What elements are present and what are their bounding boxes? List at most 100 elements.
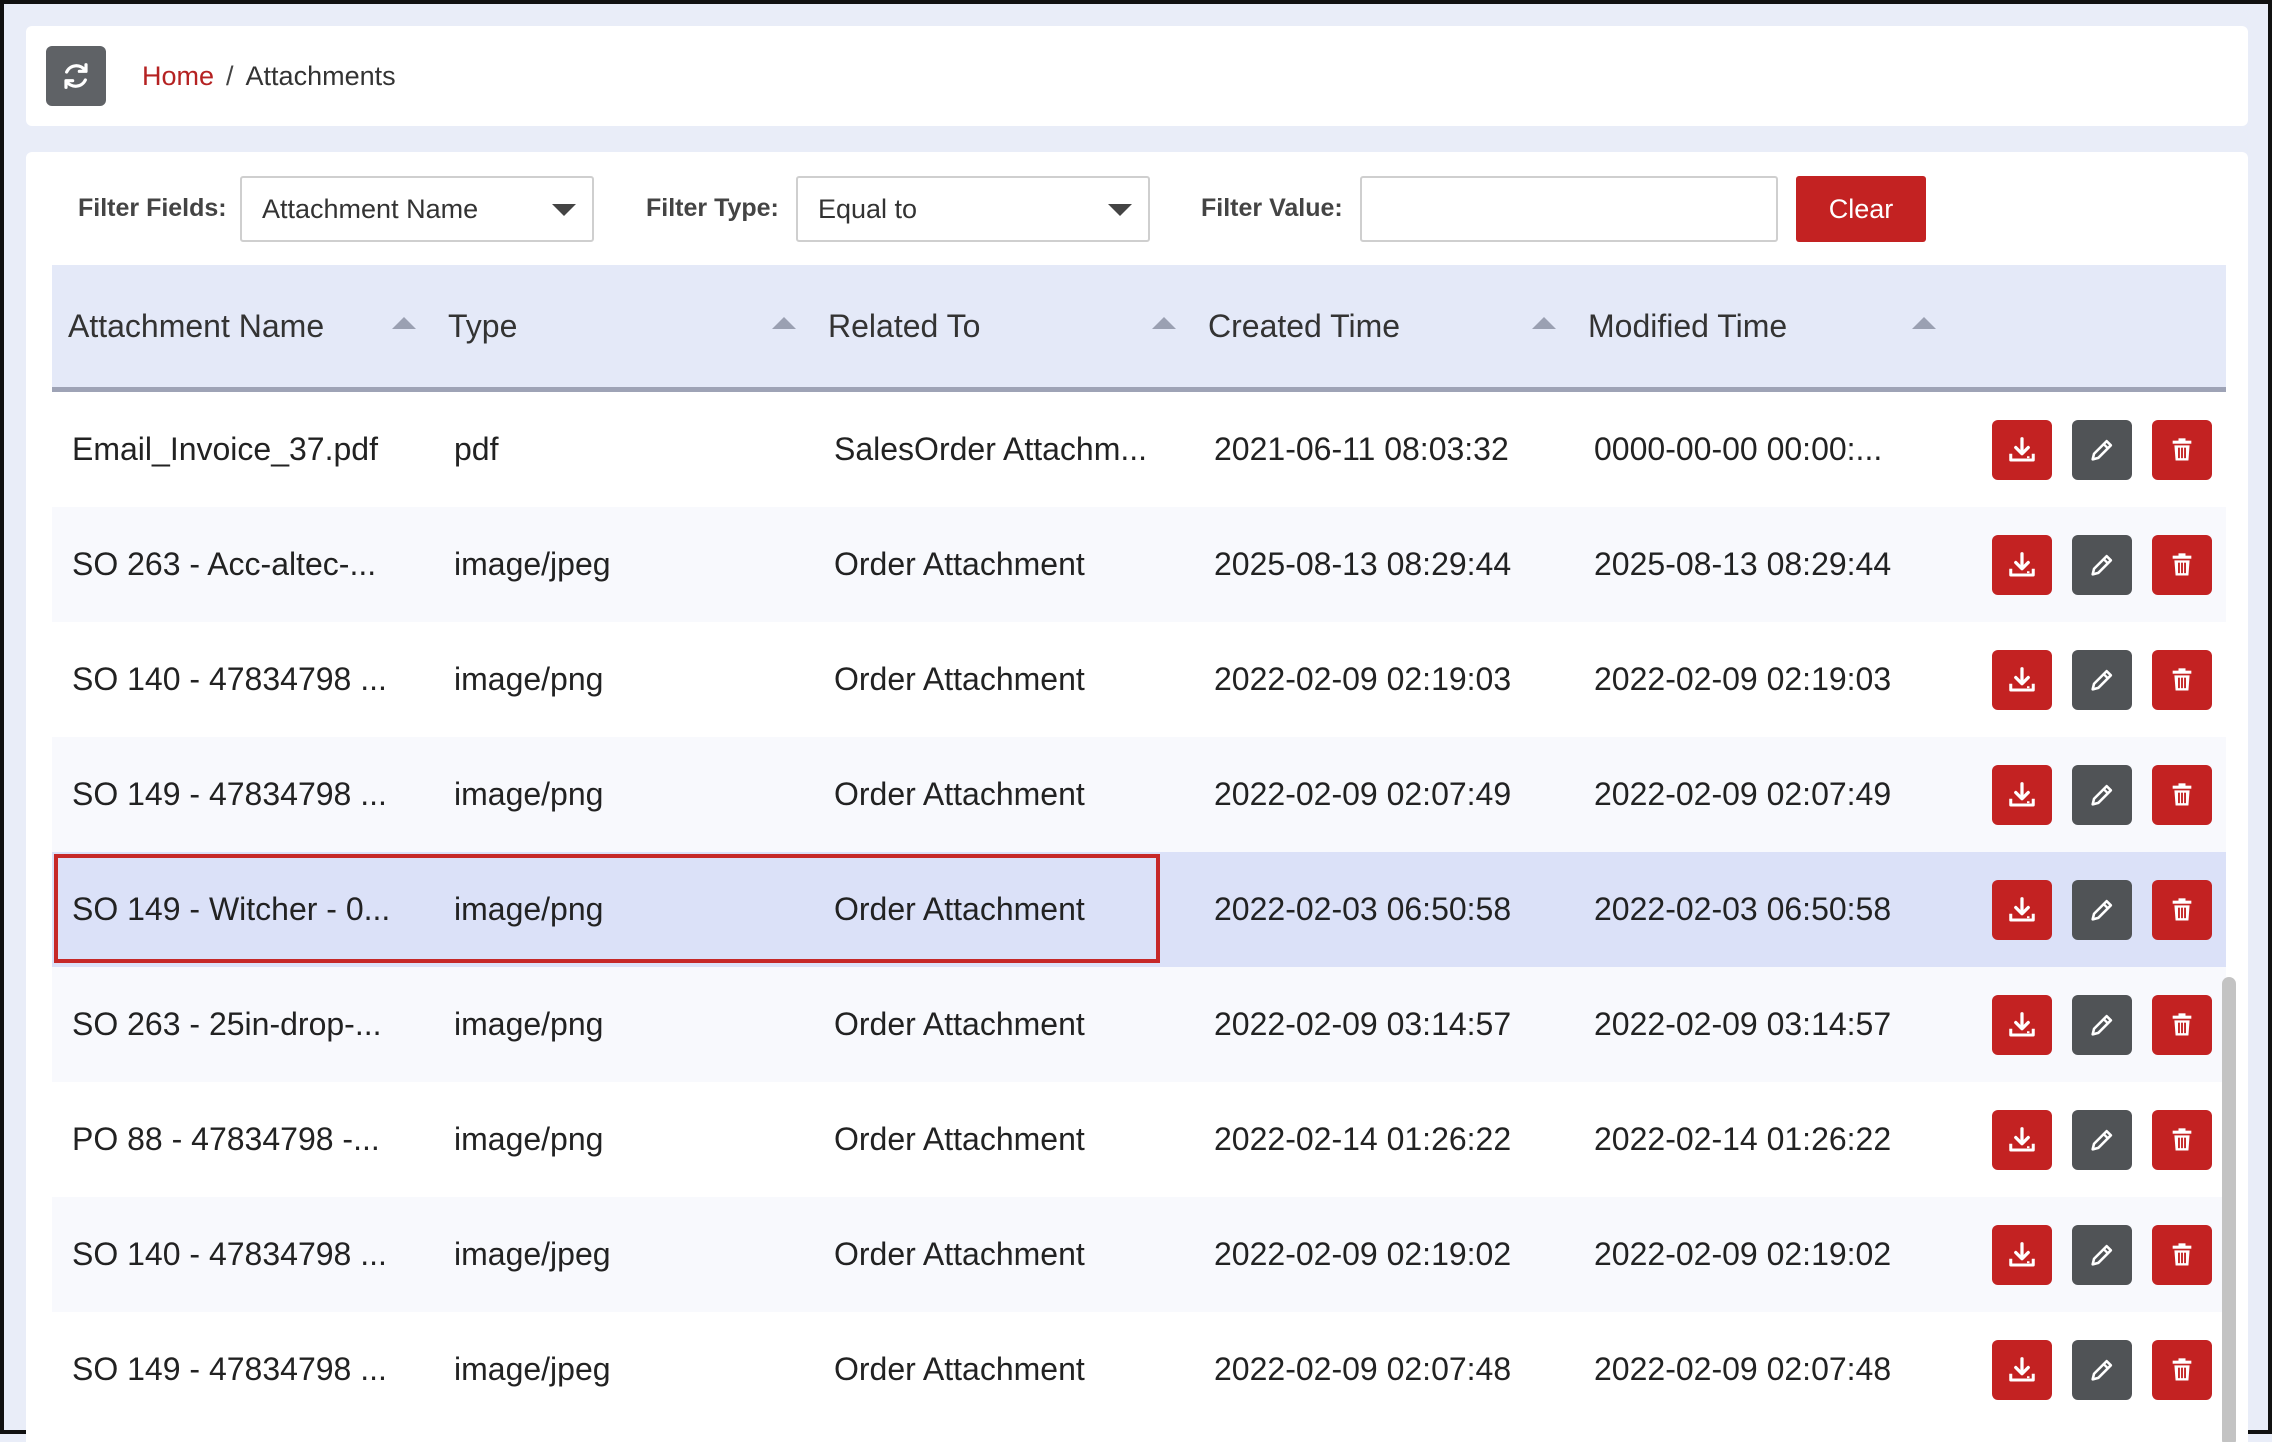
cell-modified-time: 2022-02-09 02:07:49 bbox=[1594, 776, 1892, 812]
cell-created-time: 2021-06-11 08:03:32 bbox=[1214, 431, 1509, 467]
pencil-icon bbox=[2091, 899, 2113, 921]
edit-button[interactable] bbox=[2072, 535, 2132, 595]
download-button[interactable] bbox=[1992, 995, 2052, 1055]
cell-related-to: Order Attachment bbox=[834, 1121, 1085, 1157]
cell-attachment-name: PO 88 - 47834798 -... bbox=[72, 1121, 380, 1157]
sort-arrow-icon[interactable] bbox=[1912, 317, 1936, 329]
download-icon bbox=[2009, 897, 2035, 922]
delete-button[interactable] bbox=[2152, 880, 2212, 940]
download-icon bbox=[2009, 1012, 2035, 1037]
breadcrumb-home-link[interactable]: Home bbox=[142, 61, 214, 92]
edit-button[interactable] bbox=[2072, 420, 2132, 480]
download-button[interactable] bbox=[1992, 650, 2052, 710]
header-type[interactable]: Type bbox=[448, 265, 517, 387]
table-row[interactable]: Email_Invoice_37.pdf pdf SalesOrder Atta… bbox=[52, 392, 2226, 507]
pencil-icon bbox=[2091, 784, 2113, 806]
edit-button[interactable] bbox=[2072, 1340, 2132, 1400]
pencil-icon bbox=[2091, 1244, 2113, 1266]
edit-button[interactable] bbox=[2072, 1110, 2132, 1170]
header-created-time[interactable]: Created Time bbox=[1208, 265, 1400, 387]
sort-arrow-icon[interactable] bbox=[772, 317, 796, 329]
trash-icon bbox=[2172, 1243, 2192, 1266]
download-button[interactable] bbox=[1992, 1340, 2052, 1400]
delete-button[interactable] bbox=[2152, 1340, 2212, 1400]
refresh-button[interactable] bbox=[46, 46, 106, 106]
table-header: Attachment Name Type Related To Created … bbox=[52, 265, 2226, 392]
download-button[interactable] bbox=[1992, 880, 2052, 940]
cell-created-time: 2022-02-09 03:14:57 bbox=[1214, 1006, 1512, 1042]
cell-related-to: Order Attachment bbox=[834, 1236, 1085, 1272]
table-row[interactable]: SO 149 - 47834798 ... image/png Order At… bbox=[52, 737, 2226, 852]
table-row[interactable]: SO 149 - Witcher - 0... image/png Order … bbox=[52, 852, 2226, 967]
cell-type: image/png bbox=[454, 661, 604, 697]
cell-modified-time: 2022-02-14 01:26:22 bbox=[1594, 1121, 1892, 1157]
download-icon bbox=[2009, 552, 2035, 577]
download-button[interactable] bbox=[1992, 1110, 2052, 1170]
download-icon bbox=[2009, 1242, 2035, 1267]
delete-button[interactable] bbox=[2152, 995, 2212, 1055]
cell-type: image/png bbox=[454, 1121, 604, 1157]
table-row[interactable]: SO 263 - Acc-altec-... image/jpeg Order … bbox=[52, 507, 2226, 622]
table-row[interactable]: SO 140 - 47834798 ... image/jpeg Order A… bbox=[52, 1197, 2226, 1312]
cell-modified-time: 2022-02-03 06:50:58 bbox=[1594, 891, 1892, 927]
refresh-icon bbox=[64, 63, 88, 89]
download-icon bbox=[2009, 1357, 2035, 1382]
cell-type: image/png bbox=[454, 891, 604, 927]
filter-bar: Filter Fields: Attachment Name Filter Ty… bbox=[26, 152, 2248, 262]
trash-icon bbox=[2172, 1128, 2192, 1151]
edit-button[interactable] bbox=[2072, 765, 2132, 825]
scrollbar-thumb[interactable] bbox=[2222, 977, 2236, 1442]
cell-attachment-name: SO 263 - 25in-drop-... bbox=[72, 1006, 382, 1042]
trash-icon bbox=[2172, 898, 2192, 921]
edit-button[interactable] bbox=[2072, 880, 2132, 940]
cell-created-time: 2025-08-13 08:29:44 bbox=[1214, 546, 1512, 582]
table-row[interactable]: SO 149 - 47834798 ... image/jpeg Order A… bbox=[52, 1312, 2226, 1427]
sort-arrow-icon[interactable] bbox=[1152, 317, 1176, 329]
delete-button[interactable] bbox=[2152, 1110, 2212, 1170]
filter-type-value: Equal to bbox=[818, 193, 918, 224]
download-icon bbox=[2009, 437, 2035, 462]
trash-icon bbox=[2172, 1358, 2192, 1381]
cell-modified-time: 2022-02-09 02:19:02 bbox=[1594, 1236, 1892, 1272]
cell-created-time: 2022-02-03 06:50:58 bbox=[1214, 891, 1512, 927]
download-button[interactable] bbox=[1992, 420, 2052, 480]
cell-attachment-name: SO 263 - Acc-altec-... bbox=[72, 546, 377, 582]
download-button[interactable] bbox=[1992, 765, 2052, 825]
breadcrumb-current: Attachments bbox=[245, 60, 396, 91]
sort-arrow-icon[interactable] bbox=[1532, 317, 1556, 329]
cell-attachment-name: SO 149 - Witcher - 0... bbox=[72, 891, 391, 927]
table-row[interactable]: PO 88 - 47834798 -... image/png Order At… bbox=[52, 1082, 2226, 1197]
header-modified-time[interactable]: Modified Time bbox=[1588, 265, 1787, 387]
table-row[interactable]: SO 140 - 47834798 ... image/png Order At… bbox=[52, 622, 2226, 737]
trash-icon bbox=[2172, 783, 2192, 806]
cell-modified-time: 2022-02-09 02:07:48 bbox=[1594, 1351, 1892, 1387]
delete-button[interactable] bbox=[2152, 1225, 2212, 1285]
delete-button[interactable] bbox=[2152, 650, 2212, 710]
download-icon bbox=[2009, 1127, 2035, 1152]
sort-arrow-icon[interactable] bbox=[392, 317, 416, 329]
delete-button[interactable] bbox=[2152, 420, 2212, 480]
delete-button[interactable] bbox=[2152, 765, 2212, 825]
header-related-to[interactable]: Related To bbox=[828, 265, 980, 387]
cell-modified-time: 2025-08-13 08:29:44 bbox=[1594, 546, 1892, 582]
cell-created-time: 2022-02-09 02:19:02 bbox=[1214, 1236, 1512, 1272]
cell-type: image/jpeg bbox=[454, 1351, 611, 1387]
table-row[interactable]: SO 263 - 25in-drop-... image/png Order A… bbox=[52, 967, 2226, 1082]
pencil-icon bbox=[2091, 1014, 2113, 1036]
edit-button[interactable] bbox=[2072, 650, 2132, 710]
cell-attachment-name: SO 149 - 47834798 ... bbox=[72, 776, 387, 812]
filter-fields-select[interactable]: Attachment Name bbox=[240, 176, 594, 242]
edit-button[interactable] bbox=[2072, 1225, 2132, 1285]
clear-button[interactable]: Clear bbox=[1796, 176, 1926, 242]
pencil-icon bbox=[2091, 554, 2113, 576]
edit-button[interactable] bbox=[2072, 995, 2132, 1055]
header-attachment-name[interactable]: Attachment Name bbox=[68, 265, 324, 387]
cell-attachment-name: SO 140 - 47834798 ... bbox=[72, 661, 387, 697]
filter-value-input[interactable] bbox=[1360, 176, 1778, 242]
download-button[interactable] bbox=[1992, 1225, 2052, 1285]
filter-type-select[interactable]: Equal to bbox=[796, 176, 1150, 242]
cell-modified-time: 0000-00-00 00:00:... bbox=[1594, 431, 1883, 467]
delete-button[interactable] bbox=[2152, 535, 2212, 595]
cell-attachment-name: Email_Invoice_37.pdf bbox=[72, 431, 378, 467]
download-button[interactable] bbox=[1992, 535, 2052, 595]
